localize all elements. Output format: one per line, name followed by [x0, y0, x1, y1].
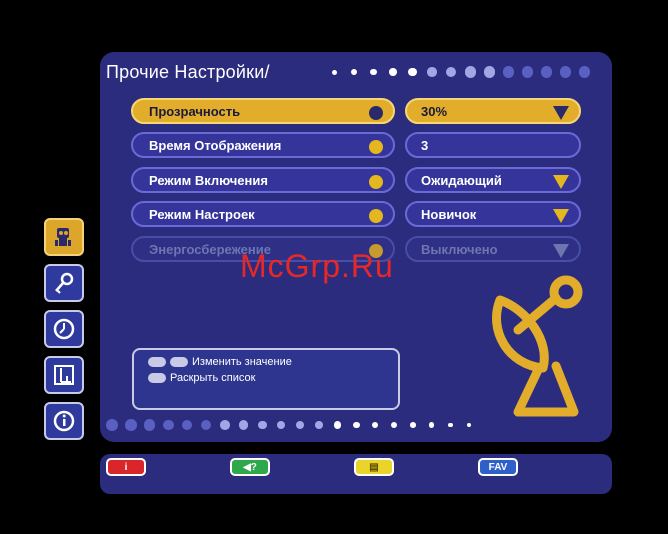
indicator-dot — [334, 421, 342, 429]
chart-icon — [54, 365, 74, 385]
indicator-dot — [220, 420, 230, 430]
indicator-dot — [106, 419, 118, 431]
indicator-dot — [370, 68, 377, 76]
setting-indicator-icon — [369, 106, 383, 120]
audio-key-button[interactable]: ◀? — [230, 458, 270, 476]
setting-value-text: Выключено — [421, 241, 498, 257]
setting-label-text: Режим Настроек — [149, 206, 255, 222]
sidebar-item-timer[interactable] — [44, 310, 84, 348]
bottom-dots-indicator — [100, 418, 490, 432]
indicator-dot — [296, 421, 304, 429]
dropdown-arrow-icon — [553, 106, 569, 120]
setting-value-text: 30% — [421, 103, 448, 119]
ok-key-icon — [148, 373, 166, 383]
page-title: Прочие Настройки/ — [106, 62, 270, 82]
indicator-dot — [332, 69, 337, 75]
list-key-button[interactable]: ▤ — [354, 458, 394, 476]
indicator-dot — [427, 67, 437, 77]
setting-indicator-icon — [369, 140, 383, 154]
setting-value-3[interactable]: Новичок — [405, 201, 581, 227]
indicator-dot — [201, 420, 211, 430]
indicator-dot — [446, 66, 457, 78]
setting-value-2[interactable]: Ожидающий — [405, 167, 581, 193]
satellite-dish-icon — [492, 275, 583, 417]
info-icon — [53, 410, 75, 432]
indicator-dot — [391, 422, 397, 428]
help-box: Изменить значение Раскрыть список — [132, 348, 400, 410]
indicator-dot — [465, 66, 477, 78]
setting-label-text: Прозрачность — [149, 103, 241, 119]
indicator-dot — [372, 421, 379, 429]
setting-indicator-icon — [369, 175, 383, 189]
indicator-dot — [277, 420, 286, 430]
indicator-dot — [560, 66, 572, 78]
setting-value-text: Новичок — [421, 206, 477, 222]
help-open-list: Раскрыть список — [170, 372, 256, 384]
setting-label-0[interactable]: Прозрачность — [131, 98, 395, 124]
indicator-dot — [503, 66, 515, 78]
setting-label-text: Время Отображения — [149, 137, 282, 153]
sidebar-item-other-settings[interactable] — [44, 218, 84, 256]
setting-label-2[interactable]: Режим Включения — [131, 167, 395, 193]
indicator-dot — [541, 66, 553, 78]
indicator-dot — [315, 421, 323, 429]
indicator-dot — [408, 67, 417, 77]
dropdown-arrow-icon — [553, 209, 569, 223]
watermark: McGrp.Ru — [240, 248, 394, 284]
indicator-dot — [389, 68, 397, 76]
setting-indicator-icon — [369, 209, 383, 223]
indicator-dot — [410, 422, 416, 428]
clock-icon — [53, 318, 75, 340]
setting-value-text: Ожидающий — [421, 172, 502, 188]
indicator-dot — [353, 421, 360, 429]
indicator-dot — [448, 422, 453, 428]
setting-value-4: Выключено — [405, 236, 581, 262]
indicator-dot — [467, 422, 472, 428]
settings-robot-icon — [55, 228, 71, 246]
indicator-dot — [125, 419, 137, 431]
info-key-button[interactable]: i — [106, 458, 146, 476]
indicator-dot — [522, 66, 534, 78]
left-arrow-key-icon — [148, 357, 166, 367]
dropdown-arrow-icon — [553, 244, 569, 258]
setting-label-3[interactable]: Режим Настроек — [131, 201, 395, 227]
setting-label-1[interactable]: Время Отображения — [131, 132, 395, 158]
setting-value-text: 3 — [421, 137, 429, 153]
sidebar-item-info[interactable] — [44, 402, 84, 440]
sidebar-item-status[interactable] — [44, 356, 84, 394]
right-arrow-key-icon — [170, 357, 188, 367]
top-dots-indicator — [332, 66, 602, 78]
indicator-dot — [579, 66, 591, 78]
help-change-value: Изменить значение — [192, 356, 292, 368]
sidebar-item-security[interactable] — [44, 264, 84, 302]
indicator-dot — [144, 419, 156, 431]
indicator-dot — [429, 422, 435, 428]
indicator-dot — [239, 420, 249, 430]
indicator-dot — [163, 419, 174, 431]
key-icon — [55, 272, 74, 294]
indicator-dot — [484, 66, 496, 78]
setting-value-1[interactable]: 3 — [405, 132, 581, 158]
setting-label-text: Режим Включения — [149, 172, 268, 188]
indicator-dot — [182, 419, 193, 431]
indicator-dot — [351, 69, 357, 75]
dropdown-arrow-icon — [553, 175, 569, 189]
fav-key-button[interactable]: FAV — [478, 458, 518, 476]
setting-value-0[interactable]: 30% — [405, 98, 581, 124]
indicator-dot — [258, 420, 267, 430]
